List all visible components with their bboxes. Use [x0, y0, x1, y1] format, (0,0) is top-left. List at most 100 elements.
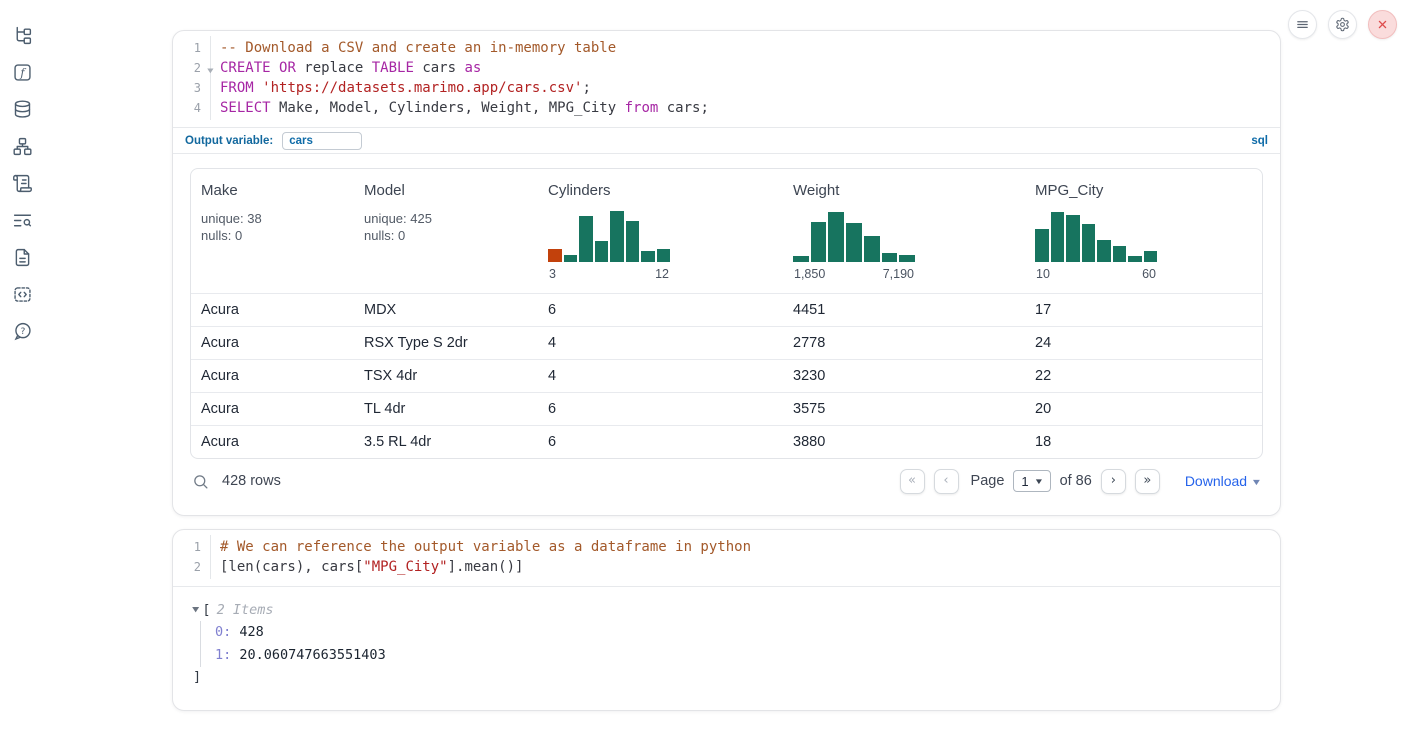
left-sidebar: f — [0, 24, 44, 342]
column-histogram[interactable]: 1,8507,190 — [793, 208, 915, 281]
histogram-bar[interactable] — [1035, 229, 1049, 262]
histogram-bar[interactable] — [864, 236, 880, 262]
column-stats: unique: 38nulls: 0 — [201, 210, 354, 244]
table-cell: TL 4dr — [354, 393, 538, 425]
table-cell: 3.5 RL 4dr — [354, 426, 538, 458]
sql-cell-output: Make unique: 38nulls: 0Modelunique: 425nu… — [173, 154, 1280, 503]
code-line: 2▼CREATE OR replace TABLE cars as — [173, 58, 1280, 78]
table-cell: 18 — [1025, 426, 1262, 458]
stat-unique: unique: 425 — [364, 210, 538, 227]
output-variable-row: Output variable: sql — [173, 127, 1280, 154]
histogram-bar[interactable] — [1066, 215, 1080, 262]
histogram-bar[interactable] — [1113, 246, 1127, 262]
page-label: Page — [971, 473, 1005, 489]
table-cell: MDX — [354, 294, 538, 326]
histogram-bar[interactable] — [641, 251, 655, 262]
fold-chevron-icon[interactable]: ▼ — [207, 67, 213, 75]
histogram-bar[interactable] — [1097, 240, 1111, 262]
functions-icon[interactable]: f — [11, 61, 33, 83]
code-token: from — [625, 100, 659, 116]
line-number: 1 — [173, 41, 206, 55]
tree-items-count: 2 Items — [217, 602, 274, 618]
collapse-chevron-icon[interactable]: ▼ — [192, 605, 199, 615]
shutdown-button[interactable] — [1368, 10, 1397, 39]
help-icon[interactable]: ? — [11, 320, 33, 342]
line-number: 4 — [173, 101, 206, 115]
menu-icon — [1295, 17, 1310, 32]
table-row[interactable]: Acura3.5 RL 4dr6388018 — [191, 425, 1262, 458]
code-token: cars; — [658, 100, 709, 116]
histogram-bar[interactable] — [579, 216, 593, 262]
histogram-bar[interactable] — [1144, 251, 1158, 262]
last-page-button[interactable]: » — [1135, 469, 1160, 494]
column-histogram[interactable]: 312 — [548, 208, 670, 281]
tree-entry: 1: 20.060747663551403 — [215, 644, 1260, 667]
axis-max-label: 12 — [655, 267, 669, 281]
prev-page-button[interactable]: ‹ — [934, 469, 959, 494]
table-row[interactable]: AcuraRSX Type S 2dr4277824 — [191, 326, 1262, 359]
table-cell: Acura — [191, 426, 354, 458]
table-search-icon[interactable] — [11, 209, 33, 231]
histogram-bar[interactable] — [1051, 212, 1065, 262]
page-select[interactable]: 1 ▼ — [1013, 470, 1050, 492]
histogram-bar[interactable] — [793, 256, 809, 262]
python-output-tree: ▼ [ 2 Items 0: 4281: 20.060747663551403 … — [173, 587, 1280, 687]
table-row[interactable]: AcuraTL 4dr6357520 — [191, 392, 1262, 425]
documentation-icon[interactable] — [11, 246, 33, 268]
histogram-bar[interactable] — [564, 255, 578, 262]
first-page-button[interactable]: « — [900, 469, 925, 494]
file-tree-icon[interactable] — [11, 24, 33, 46]
column-header-weight[interactable]: Weight1,8507,190 — [783, 182, 1025, 281]
column-header-model[interactable]: Modelunique: 425nulls: 0 — [354, 182, 538, 244]
column-header-make[interactable]: Make unique: 38nulls: 0 — [191, 182, 354, 244]
histogram-bar[interactable] — [828, 212, 844, 262]
table-row[interactable]: AcuraMDX6445117 — [191, 293, 1262, 326]
histogram-bar[interactable] — [846, 223, 862, 262]
table-cell: 4 — [538, 360, 783, 392]
menu-button[interactable] — [1288, 10, 1317, 39]
histogram-bar[interactable] — [1128, 256, 1142, 262]
next-page-button[interactable]: › — [1101, 469, 1126, 494]
tree-entry-value: 20.060747663551403 — [231, 647, 385, 663]
histogram-bar[interactable] — [882, 253, 898, 262]
code-line: 4SELECT Make, Model, Cylinders, Weight, … — [173, 98, 1280, 118]
column-header-mpg_city[interactable]: MPG_City1060 — [1025, 182, 1262, 281]
histogram-bar[interactable] — [610, 211, 624, 262]
histogram-bar[interactable] — [899, 255, 915, 262]
table-footer: 428 rows « ‹ Page 1 ▼ of 86 › » Download… — [190, 459, 1263, 503]
histogram-bar[interactable] — [548, 249, 562, 262]
code-token: as — [464, 60, 481, 76]
datasources-icon[interactable] — [11, 98, 33, 120]
code-line: 1# We can reference the output variable … — [173, 537, 1280, 557]
topbar-controls — [1288, 10, 1397, 39]
python-code-editor[interactable]: 1# We can reference the output variable … — [173, 530, 1280, 586]
scratchpad-icon[interactable] — [11, 172, 33, 194]
svg-text:?: ? — [20, 326, 25, 337]
column-header-cylinders[interactable]: Cylinders312 — [538, 182, 783, 281]
histogram-bar[interactable] — [657, 249, 671, 263]
histogram-bar[interactable] — [811, 222, 827, 262]
language-badge[interactable]: sql — [1251, 135, 1268, 147]
output-variable-input[interactable] — [282, 132, 362, 150]
histogram-bar[interactable] — [626, 221, 640, 262]
table-row[interactable]: AcuraTSX 4dr4323022 — [191, 359, 1262, 392]
search-icon[interactable] — [192, 473, 209, 490]
table-cell: 4451 — [783, 294, 1025, 326]
histogram-bar[interactable] — [1082, 224, 1096, 262]
sql-code-editor[interactable]: 1-- Download a CSV and create an in-memo… — [173, 31, 1280, 127]
dependency-graph-icon[interactable] — [11, 135, 33, 157]
stat-nulls: nulls: 0 — [364, 227, 538, 244]
tree-entry-key: 1: — [215, 647, 231, 663]
code-token: Make, Model, Cylinders, Weight, MPG_City — [271, 100, 625, 116]
snippets-icon[interactable] — [11, 283, 33, 305]
code-token: OR — [279, 60, 296, 76]
table-cell: TSX 4dr — [354, 360, 538, 392]
column-histogram[interactable]: 1060 — [1035, 208, 1157, 281]
download-button[interactable]: Download ▼ — [1185, 473, 1261, 489]
sql-cell: 1-- Download a CSV and create an in-memo… — [172, 30, 1281, 516]
settings-button[interactable] — [1328, 10, 1357, 39]
column-label: Make — [201, 182, 354, 199]
histogram-bar[interactable] — [595, 241, 609, 262]
table-cell: 22 — [1025, 360, 1262, 392]
code-text: [len(cars), cars["MPG_City"].mean()] — [206, 559, 523, 575]
